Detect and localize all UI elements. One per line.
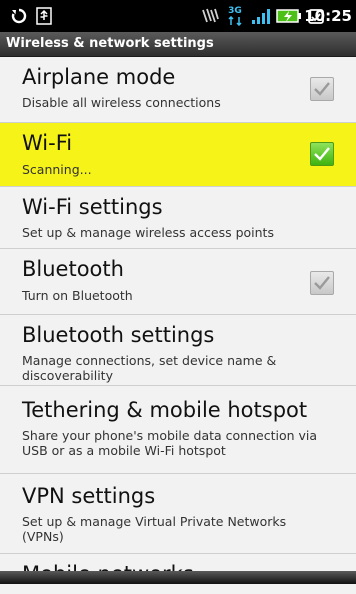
- vibrate-icon: [200, 0, 220, 32]
- clock: 10:25: [304, 7, 352, 25]
- bluetooth-item[interactable]: Bluetooth Turn on Bluetooth: [0, 249, 356, 315]
- bottom-edge: [0, 571, 356, 584]
- check-icon: [314, 276, 330, 290]
- airplane-mode-checkbox[interactable]: [310, 77, 334, 101]
- bluetooth-settings-item[interactable]: Bluetooth settings Manage connections, s…: [0, 315, 356, 386]
- item-summary: Set up & manage wireless access points: [22, 225, 274, 240]
- battery-charging-icon: [275, 0, 303, 32]
- 3g-data-icon: 3G: [224, 0, 246, 32]
- network-type-label: 3G: [228, 5, 242, 16]
- item-title: Bluetooth: [22, 257, 124, 281]
- bluetooth-checkbox[interactable]: [310, 271, 334, 295]
- check-icon: [314, 147, 330, 161]
- wifi-settings-item[interactable]: Wi-Fi settings Set up & manage wireless …: [0, 187, 356, 249]
- signal-icon: [250, 0, 272, 32]
- wifi-checkbox[interactable]: [310, 142, 334, 166]
- tethering-hotspot-item[interactable]: Tethering & mobile hotspot Share your ph…: [0, 386, 356, 474]
- item-title: Tethering & mobile hotspot: [22, 398, 308, 422]
- item-title: Airplane mode: [22, 65, 176, 89]
- wifi-item[interactable]: Wi-Fi Scanning...: [0, 123, 356, 187]
- item-title: Wi-Fi settings: [22, 195, 163, 219]
- check-icon: [314, 82, 330, 96]
- status-bar: 3G 10:25: [0, 0, 356, 32]
- item-title: VPN settings: [22, 484, 156, 508]
- page-title: Wireless & network settings: [6, 36, 214, 51]
- item-summary: Set up & manage Virtual Private Networks…: [22, 514, 287, 544]
- item-summary: Turn on Bluetooth: [22, 288, 133, 303]
- vpn-settings-item[interactable]: VPN settings Set up & manage Virtual Pri…: [0, 474, 356, 554]
- title-bar: Wireless & network settings: [0, 32, 356, 57]
- item-summary: Disable all wireless connections: [22, 95, 221, 110]
- airplane-mode-item[interactable]: Airplane mode Disable all wireless conne…: [0, 57, 356, 123]
- item-title: Wi-Fi: [22, 131, 73, 155]
- sync-icon: [8, 0, 30, 32]
- item-title: Bluetooth settings: [22, 323, 215, 347]
- usb-icon: [34, 0, 54, 32]
- settings-list: Airplane mode Disable all wireless conne…: [0, 57, 356, 594]
- item-summary: Share your phone's mobile data connectio…: [22, 428, 318, 458]
- item-summary: Manage connections, set device name & di…: [22, 353, 277, 383]
- item-summary: Scanning...: [22, 162, 92, 177]
